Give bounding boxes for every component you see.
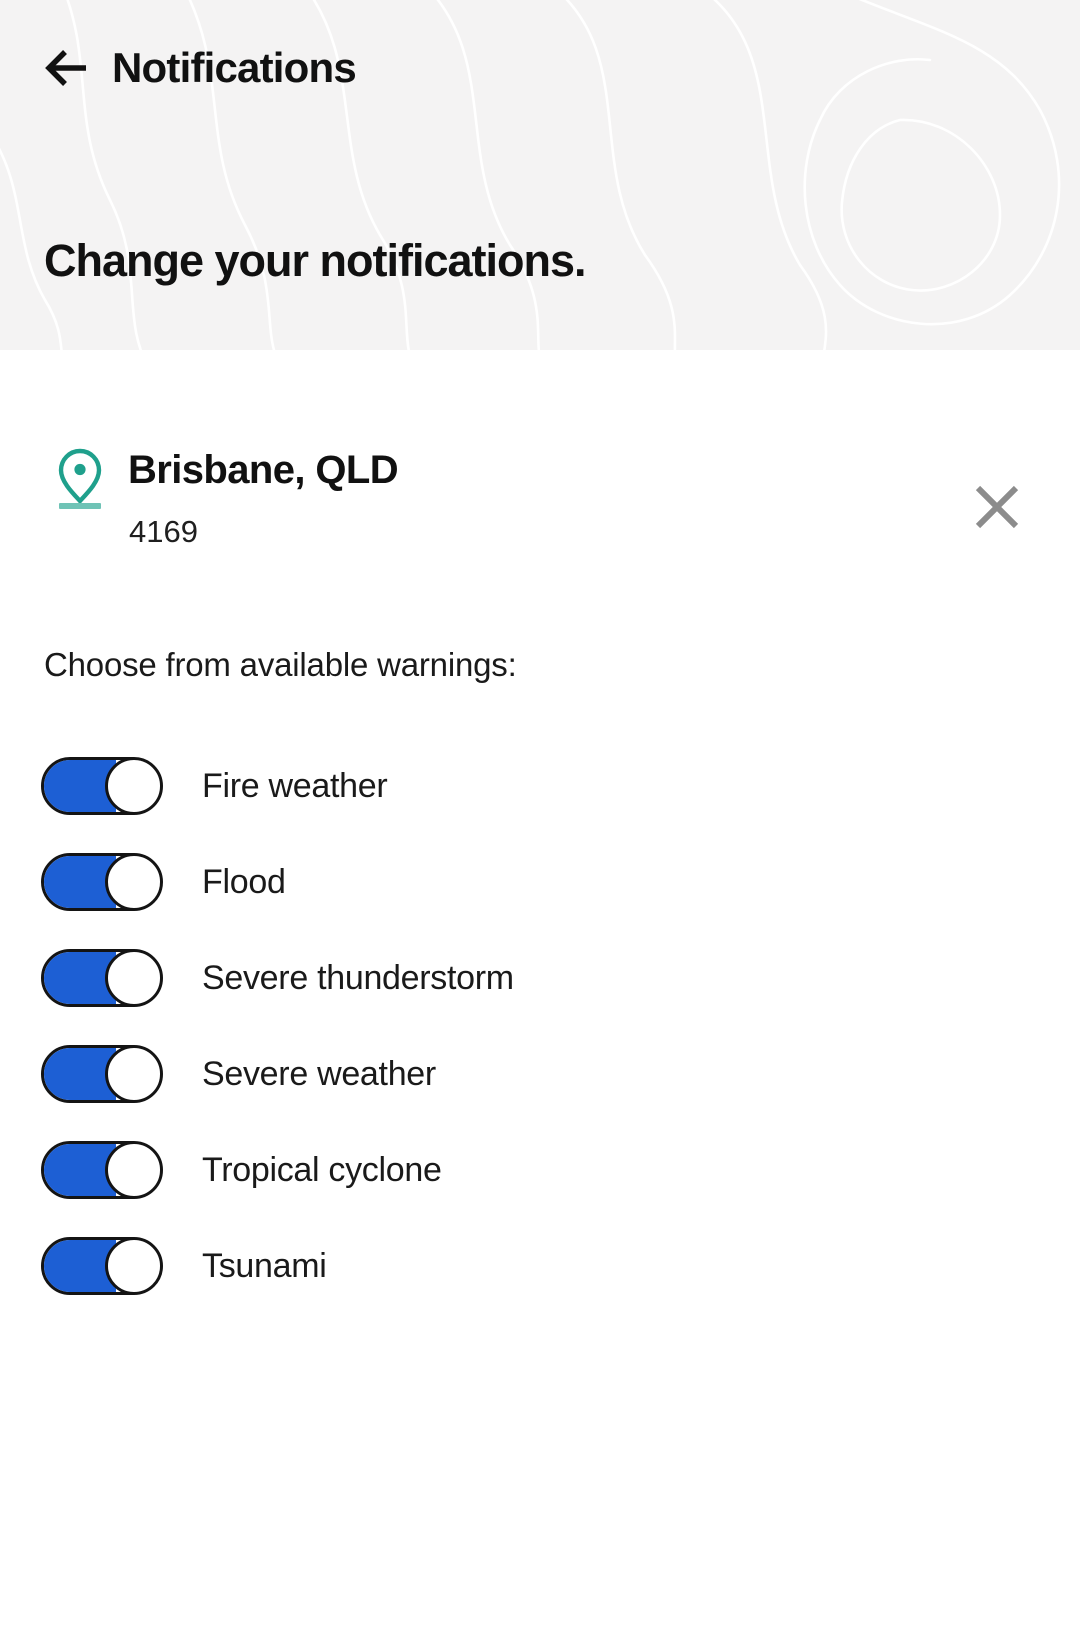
remove-location-button[interactable] <box>970 480 1024 534</box>
toggle-severe-weather[interactable] <box>41 1045 163 1103</box>
warning-label: Tropical cyclone <box>202 1151 442 1189</box>
toggle-knob <box>105 856 160 908</box>
toggle-knob <box>105 952 160 1004</box>
warning-row-severe-weather: Severe weather <box>0 1044 1080 1104</box>
location-pin-icon <box>58 448 102 509</box>
warning-row-fire-weather: Fire weather <box>0 756 1080 816</box>
warning-row-tsunami: Tsunami <box>0 1236 1080 1296</box>
location-postcode: 4169 <box>129 514 198 549</box>
toggle-knob <box>105 760 160 812</box>
toggle-knob <box>105 1240 160 1292</box>
warning-row-flood: Flood <box>0 852 1080 912</box>
page-header: Notifications Change your notifications. <box>0 0 1080 350</box>
page-title: Notifications <box>112 44 357 91</box>
warning-label: Flood <box>202 863 286 901</box>
location-row: Brisbane, QLD 4169 <box>0 440 1080 570</box>
toggle-severe-thunderstorm[interactable] <box>41 949 163 1007</box>
toggle-tsunami[interactable] <box>41 1237 163 1295</box>
location-name: Brisbane, QLD <box>128 448 399 492</box>
warning-label: Tsunami <box>202 1247 327 1285</box>
close-icon <box>975 485 1019 529</box>
toggle-knob <box>105 1048 160 1100</box>
warning-label: Fire weather <box>202 767 388 805</box>
toggle-tropical-cyclone[interactable] <box>41 1141 163 1199</box>
back-arrow-icon[interactable] <box>44 46 90 90</box>
warning-row-severe-thunderstorm: Severe thunderstorm <box>0 948 1080 1008</box>
page-heading: Change your notifications. <box>44 235 587 286</box>
toggle-knob <box>105 1144 160 1196</box>
warning-row-tropical-cyclone: Tropical cyclone <box>0 1140 1080 1200</box>
toggle-fire-weather[interactable] <box>41 757 163 815</box>
navbar: Notifications <box>44 44 357 91</box>
warning-label: Severe thunderstorm <box>202 959 514 997</box>
warnings-toggle-list: Fire weather Flood Severe thunderstorm S… <box>0 756 1080 1332</box>
toggle-flood[interactable] <box>41 853 163 911</box>
warnings-section-label: Choose from available warnings: <box>44 646 517 683</box>
warning-label: Severe weather <box>202 1055 436 1093</box>
